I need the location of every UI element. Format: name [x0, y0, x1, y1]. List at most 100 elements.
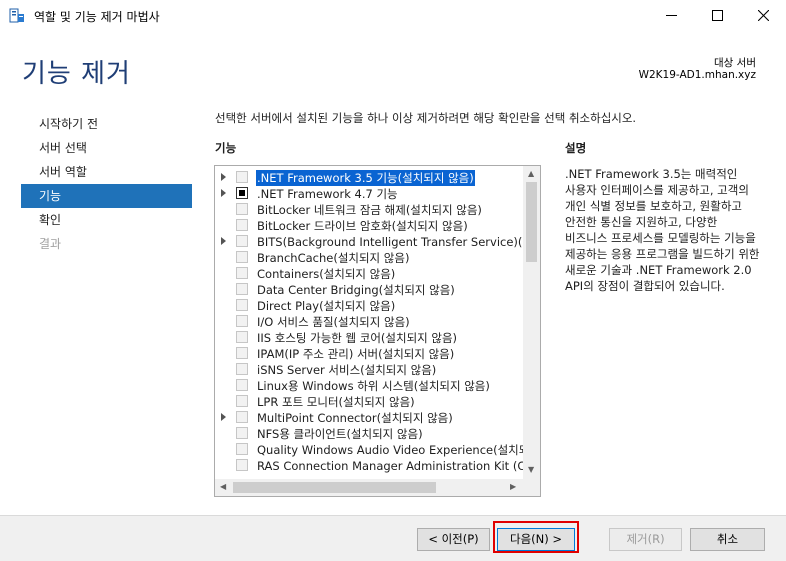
wizard-header: 기능 제거 대상 서버 W2K19-AD1.mhan.xyz: [0, 31, 786, 108]
feature-row[interactable]: .NET Framework 4.7 기능: [215, 186, 523, 202]
feature-row[interactable]: MultiPoint Connector(설치되지 않음): [215, 410, 523, 426]
feature-row[interactable]: BitLocker 네트워크 잠금 해제(설치되지 않음): [215, 202, 523, 218]
nav-item-confirmation[interactable]: 확인: [21, 208, 192, 232]
next-button-highlight: [493, 521, 579, 553]
feature-checkbox[interactable]: [236, 443, 248, 455]
feature-checkbox[interactable]: [236, 203, 248, 215]
feature-label: BitLocker 네트워크 잠금 해제(설치되지 않음): [257, 203, 482, 217]
feature-checkbox[interactable]: [236, 395, 248, 407]
minimize-icon: [665, 15, 677, 16]
scroll-down-icon[interactable]: ▼: [528, 466, 534, 474]
expand-arrow-icon[interactable]: [221, 413, 226, 421]
feature-label: Direct Play(설치되지 않음): [257, 299, 396, 313]
features-heading: 기능: [215, 141, 237, 155]
server-manager-icon: [9, 8, 24, 23]
target-server-name: W2K19-AD1.mhan.xyz: [638, 69, 756, 81]
nav-item-server-roles[interactable]: 서버 역할: [21, 160, 192, 184]
instruction-text: 선택한 서버에서 설치된 기능을 하나 이상 제거하려면 해당 확인란을 선택 …: [215, 111, 637, 125]
feature-checkbox[interactable]: [236, 347, 248, 359]
feature-label: RAS Connection Manager Administration Ki…: [257, 459, 523, 473]
feature-checkbox[interactable]: [236, 315, 248, 327]
wizard-nav: 시작하기 전 서버 선택 서버 역할 기능 확인 결과: [21, 112, 192, 256]
feature-row[interactable]: Linux용 Windows 하위 시스템(설치되지 않음): [215, 378, 523, 394]
previous-button[interactable]: < 이전(P): [417, 528, 490, 551]
horizontal-scrollbar[interactable]: ◀ ▶: [215, 479, 523, 496]
feature-checkbox[interactable]: [236, 267, 248, 279]
target-server-label: 대상 서버: [714, 57, 756, 69]
feature-checkbox[interactable]: [236, 459, 248, 471]
feature-checkbox[interactable]: [236, 379, 248, 391]
features-tree[interactable]: .NET Framework 3.5 기능(설치되지 않음) .NET Frame…: [214, 165, 541, 497]
feature-checkbox[interactable]: [236, 171, 248, 183]
nav-item-before-you-begin[interactable]: 시작하기 전: [21, 112, 192, 136]
feature-label: I/O 서비스 품질(설치되지 않음): [257, 315, 410, 329]
horizontal-scroll-thumb[interactable]: [233, 482, 436, 493]
scroll-right-icon[interactable]: ▶: [510, 483, 516, 491]
feature-checkbox[interactable]: [236, 363, 248, 375]
feature-row[interactable]: BitLocker 드라이브 암호화(설치되지 않음): [215, 218, 523, 234]
nav-item-results: 결과: [39, 237, 62, 251]
expand-arrow-icon[interactable]: [221, 237, 226, 245]
maximize-icon: [711, 10, 723, 21]
vertical-scroll-thumb[interactable]: [526, 182, 537, 262]
remove-button: 제거(R): [609, 528, 682, 551]
feature-label: LPR 포트 모니터(설치되지 않음): [257, 395, 415, 409]
feature-label: iSNS Server 서비스(설치되지 않음): [257, 363, 437, 377]
feature-row[interactable]: RAS Connection Manager Administration Ki…: [215, 458, 523, 474]
feature-checkbox[interactable]: [236, 427, 248, 439]
feature-label: IPAM(IP 주소 관리) 서버(설치되지 않음): [257, 347, 455, 361]
feature-row[interactable]: NFS용 클라이언트(설치되지 않음): [215, 426, 523, 442]
feature-row[interactable]: Containers(설치되지 않음): [215, 266, 523, 282]
feature-checkbox[interactable]: [236, 299, 248, 311]
scroll-left-icon[interactable]: ◀: [220, 483, 226, 491]
feature-row[interactable]: iSNS Server 서비스(설치되지 않음): [215, 362, 523, 378]
close-button[interactable]: [740, 0, 786, 31]
close-icon: [757, 10, 769, 21]
feature-row[interactable]: BITS(Background Intelligent Transfer Ser…: [215, 234, 523, 250]
feature-checkbox[interactable]: [236, 235, 248, 247]
feature-label: Quality Windows Audio Video Experience(설…: [257, 443, 523, 457]
scrollbar-corner: [523, 479, 540, 496]
feature-row[interactable]: IPAM(IP 주소 관리) 서버(설치되지 않음): [215, 346, 523, 362]
feature-checkbox[interactable]: [236, 331, 248, 343]
feature-checkbox[interactable]: [236, 283, 248, 295]
expand-arrow-icon[interactable]: [221, 189, 226, 197]
maximize-button[interactable]: [694, 0, 740, 31]
feature-label: Linux용 Windows 하위 시스템(설치되지 않음): [257, 379, 490, 393]
nav-item-features[interactable]: 기능: [21, 184, 192, 208]
feature-row[interactable]: Direct Play(설치되지 않음): [215, 298, 523, 314]
feature-label: Data Center Bridging(설치되지 않음): [257, 283, 455, 297]
feature-label: MultiPoint Connector(설치되지 않음): [257, 411, 453, 425]
feature-checkbox[interactable]: [236, 219, 248, 231]
feature-row[interactable]: LPR 포트 모니터(설치되지 않음): [215, 394, 523, 410]
feature-row[interactable]: Quality Windows Audio Video Experience(설…: [215, 442, 523, 458]
feature-label: BITS(Background Intelligent Transfer Ser…: [257, 235, 523, 249]
feature-checkbox[interactable]: [236, 251, 248, 263]
nav-item-server-selection[interactable]: 서버 선택: [21, 136, 192, 160]
feature-label: BranchCache(설치되지 않음): [257, 251, 410, 265]
feature-description: .NET Framework 3.5는 매력적인 사용자 인터페이스를 제공하고…: [565, 167, 760, 293]
feature-checkbox[interactable]: [236, 187, 248, 199]
feature-row[interactable]: Data Center Bridging(설치되지 않음): [215, 282, 523, 298]
feature-label: .NET Framework 3.5 기능(설치되지 않음): [256, 170, 475, 186]
expand-arrow-icon[interactable]: [221, 173, 226, 181]
minimize-button[interactable]: [648, 0, 694, 31]
wizard-footer: < 이전(P) 다음(N) > 제거(R) 취소: [0, 515, 786, 561]
scroll-up-icon[interactable]: ▲: [528, 170, 534, 178]
title-bar: 역할 및 기능 제거 마법사: [0, 0, 786, 31]
feature-label: Containers(설치되지 않음): [257, 267, 396, 281]
feature-label: NFS용 클라이언트(설치되지 않음): [257, 427, 423, 441]
feature-row[interactable]: .NET Framework 3.5 기능(설치되지 않음): [215, 170, 523, 186]
feature-row[interactable]: BranchCache(설치되지 않음): [215, 250, 523, 266]
page-title: 기능 제거: [22, 59, 131, 89]
feature-label: BitLocker 드라이브 암호화(설치되지 않음): [257, 219, 468, 233]
feature-checkbox[interactable]: [236, 411, 248, 423]
feature-label: .NET Framework 4.7 기능: [257, 187, 398, 201]
window-title: 역할 및 기능 제거 마법사: [34, 10, 160, 24]
feature-row[interactable]: I/O 서비스 품질(설치되지 않음): [215, 314, 523, 330]
feature-row[interactable]: IIS 호스팅 가능한 웹 코어(설치되지 않음): [215, 330, 523, 346]
vertical-scrollbar[interactable]: ▲ ▼: [523, 166, 540, 479]
cancel-button[interactable]: 취소: [690, 528, 765, 551]
feature-label: IIS 호스팅 가능한 웹 코어(설치되지 않음): [257, 331, 458, 345]
description-heading: 설명: [565, 141, 587, 155]
